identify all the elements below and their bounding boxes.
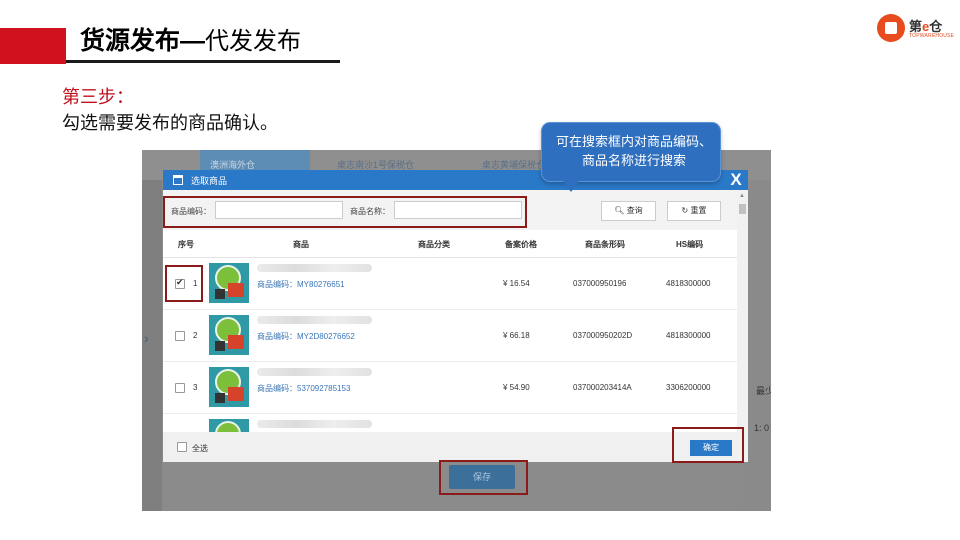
product-name-blurred [257, 368, 372, 376]
product-code-link[interactable]: 商品编码：MY80276651 [257, 279, 345, 290]
search-tip-callout: 可在搜索框内对商品编码、商品名称进行搜索 [541, 122, 721, 182]
step-label: 第三步： [62, 87, 134, 107]
table-row[interactable]: 2 商品编码：MY2D80276652 ¥ 66.18 037000950202… [163, 310, 737, 362]
scrollbar[interactable]: ▲ [737, 190, 748, 462]
row-hs-code: 4818300000 [666, 331, 711, 340]
save-highlight-box [439, 460, 528, 495]
bg-label-ratio: 1: 0 [754, 423, 770, 433]
select-all-checkbox[interactable] [177, 442, 187, 452]
row-hs-code: 3306200000 [666, 383, 711, 392]
product-name-blurred [257, 316, 372, 324]
product-thumbnail [209, 315, 249, 355]
title-sub: 代发发布 [205, 28, 302, 55]
bag-icon [173, 175, 183, 185]
row-barcode: 037000950196 [573, 279, 627, 288]
row-checkbox[interactable] [175, 331, 185, 341]
select-all-label: 全选 [192, 444, 208, 453]
row-price: ¥ 54.90 [503, 383, 530, 392]
confirm-highlight-box [672, 427, 744, 463]
title-main: 货源发布— [80, 27, 206, 55]
product-code-link[interactable]: 商品编码：MY2D80276652 [257, 331, 355, 342]
row-checkbox[interactable] [175, 383, 185, 393]
background-left-panel: › [142, 180, 162, 511]
col-index: 序号 [178, 240, 194, 249]
row-price: ¥ 66.18 [503, 331, 530, 340]
dialog-footer: 全选 确定 [163, 432, 737, 462]
bg-label-min: 最少 [756, 386, 771, 396]
table-row[interactable]: 1 商品编码：MY80276651 ¥ 16.54 037000950196 4… [163, 258, 737, 310]
col-barcode: 商品条形码 [585, 240, 625, 249]
tip-text: 可在搜索框内对商品编码、商品名称进行搜索 [555, 134, 712, 168]
product-thumbnail [209, 367, 249, 407]
product-thumbnail [209, 419, 249, 432]
scroll-thumb[interactable] [739, 204, 746, 214]
col-price: 备案价格 [505, 240, 537, 249]
close-button[interactable]: X [727, 170, 745, 190]
product-thumbnail [209, 263, 249, 303]
callout-pointer [562, 180, 580, 192]
product-name-blurred [257, 420, 372, 428]
search-icon: 🔍︎ [614, 206, 625, 215]
search-highlight-box [163, 196, 527, 228]
dialog-title: 选取商品 [191, 176, 228, 186]
brand-logo: 第e仓 TOPWAREHOUSE [877, 14, 954, 44]
title-accent-bar [0, 28, 66, 64]
refresh-icon: ↻ [681, 206, 689, 215]
table-header: 序号 商品 商品分类 备案价格 商品条形码 HS编码 [163, 230, 737, 258]
row-hs-code: 4818300000 [666, 279, 711, 288]
title-underline [66, 60, 340, 63]
checkbox-highlight-box [165, 265, 203, 302]
query-button[interactable]: 🔍︎ 查询 [601, 201, 656, 221]
row-price: ¥ 16.54 [503, 279, 530, 288]
row-index: 2 [193, 331, 198, 340]
col-category: 商品分类 [418, 240, 450, 249]
chevron-right-icon[interactable]: › [144, 330, 149, 346]
col-hs: HS编码 [676, 240, 704, 249]
step-description: 勾选需要发布的商品确认。 [62, 113, 278, 133]
logo-mark-icon [877, 14, 905, 42]
row-index: 3 [193, 383, 198, 392]
row-barcode: 037000950202D [573, 331, 633, 340]
table-row[interactable]: 3 商品编码：537092785153 ¥ 54.90 037000203414… [163, 362, 737, 414]
product-code-link[interactable]: 商品编码：537092785153 [257, 383, 350, 394]
reset-button[interactable]: ↻ 重置 [667, 201, 721, 221]
table-row-partial [163, 414, 737, 432]
slide-title: 货源发布—代发发布 [80, 26, 301, 57]
col-product: 商品 [293, 240, 309, 249]
row-barcode: 037000203414A [573, 383, 632, 392]
scroll-up-icon[interactable]: ▲ [739, 193, 745, 199]
product-name-blurred [257, 264, 372, 272]
